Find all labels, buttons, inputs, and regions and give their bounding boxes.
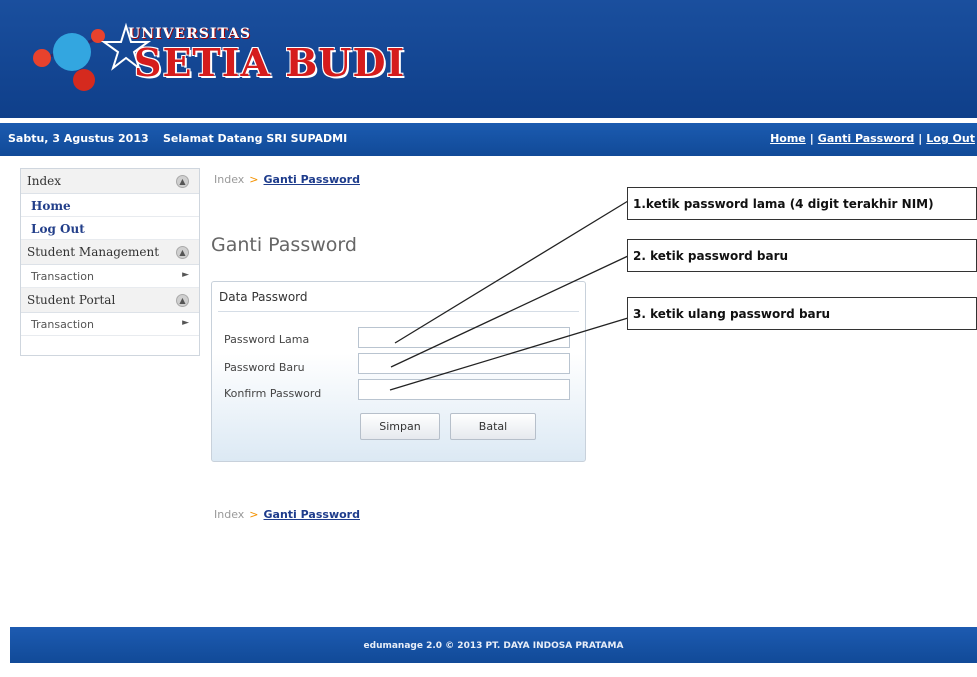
sidebar-item-label: Transaction xyxy=(31,318,94,331)
save-button[interactable]: Simpan xyxy=(360,413,440,440)
site-header: UNIVERSITAS SETIA BUDI xyxy=(0,0,977,118)
instruction-note-1: 1.ketik password lama (4 digit terakhir … xyxy=(627,187,977,220)
logout-link[interactable]: Log Out xyxy=(926,132,975,145)
cancel-button[interactable]: Batal xyxy=(450,413,536,440)
top-bar: Sabtu, 3 Agustus 2013 Selamat Datang SRI… xyxy=(0,123,977,156)
logo-word-setia: SETIA xyxy=(134,40,271,85)
sidebar-section-title: Student Portal xyxy=(27,293,116,307)
welcome-message: Selamat Datang SRI SUPADMI xyxy=(163,132,348,145)
logo-title: SETIA BUDI xyxy=(134,40,405,85)
breadcrumb-root[interactable]: Index xyxy=(214,508,244,521)
home-link[interactable]: Home xyxy=(770,132,806,145)
form-section-title: Data Password xyxy=(219,290,308,304)
page-title: Ganti Password xyxy=(211,234,357,256)
sidebar-item-transaction[interactable]: Transaction ► xyxy=(21,265,199,288)
breadcrumb-root[interactable]: Index xyxy=(214,173,244,186)
link-separator: | xyxy=(809,132,814,145)
breadcrumb-bottom: Index > Ganti Password xyxy=(214,508,360,521)
divider xyxy=(218,311,579,312)
footer-bottom-strip xyxy=(0,663,977,677)
new-password-input[interactable] xyxy=(358,353,570,374)
sidebar-item-transaction[interactable]: Transaction ► xyxy=(21,313,199,336)
confirm-password-label: Konfirm Password xyxy=(224,387,322,400)
sidebar-menu: Index ▲ Home Log Out Student Management … xyxy=(20,168,200,356)
new-password-label: Password Baru xyxy=(224,361,305,374)
breadcrumb-separator: > xyxy=(249,173,259,186)
sidebar-section-title: Index xyxy=(27,174,62,188)
chevron-right-icon: ► xyxy=(182,318,189,328)
sidebar-section-student-management[interactable]: Student Management ▲ xyxy=(21,240,199,265)
sidebar-item-label: Transaction xyxy=(31,270,94,283)
current-date: Sabtu, 3 Agustus 2013 xyxy=(8,132,149,145)
link-separator: | xyxy=(918,132,923,145)
change-password-link[interactable]: Ganti Password xyxy=(818,132,914,145)
site-footer: edumanage 2.0 © 2013 PT. DAYA INDOSA PRA… xyxy=(10,627,977,663)
collapse-icon[interactable]: ▲ xyxy=(176,175,189,188)
password-form-panel: Data Password Password Lama Password Bar… xyxy=(211,281,586,462)
collapse-icon[interactable]: ▲ xyxy=(176,246,189,259)
breadcrumb: Index > Ganti Password xyxy=(214,173,360,186)
sidebar-item-logout[interactable]: Log Out xyxy=(21,217,199,240)
chevron-right-icon: ► xyxy=(182,270,189,280)
sidebar-section-index[interactable]: Index ▲ xyxy=(21,169,199,194)
old-password-label: Password Lama xyxy=(224,333,310,346)
sidebar-section-title: Student Management xyxy=(27,245,160,259)
breadcrumb-current[interactable]: Ganti Password xyxy=(264,173,360,186)
old-password-input[interactable] xyxy=(358,327,570,348)
sidebar-item-home[interactable]: Home xyxy=(21,194,199,217)
instruction-note-3: 3. ketik ulang password baru xyxy=(627,297,977,330)
breadcrumb-separator: > xyxy=(249,508,259,521)
confirm-password-input[interactable] xyxy=(358,379,570,400)
breadcrumb-current[interactable]: Ganti Password xyxy=(264,508,360,521)
sidebar-section-student-portal[interactable]: Student Portal ▲ xyxy=(21,288,199,313)
top-links: Home | Ganti Password | Log Out xyxy=(770,132,975,145)
collapse-icon[interactable]: ▲ xyxy=(176,294,189,307)
logo-word-budi: BUDI xyxy=(285,40,406,85)
instruction-note-2: 2. ketik password baru xyxy=(627,239,977,272)
